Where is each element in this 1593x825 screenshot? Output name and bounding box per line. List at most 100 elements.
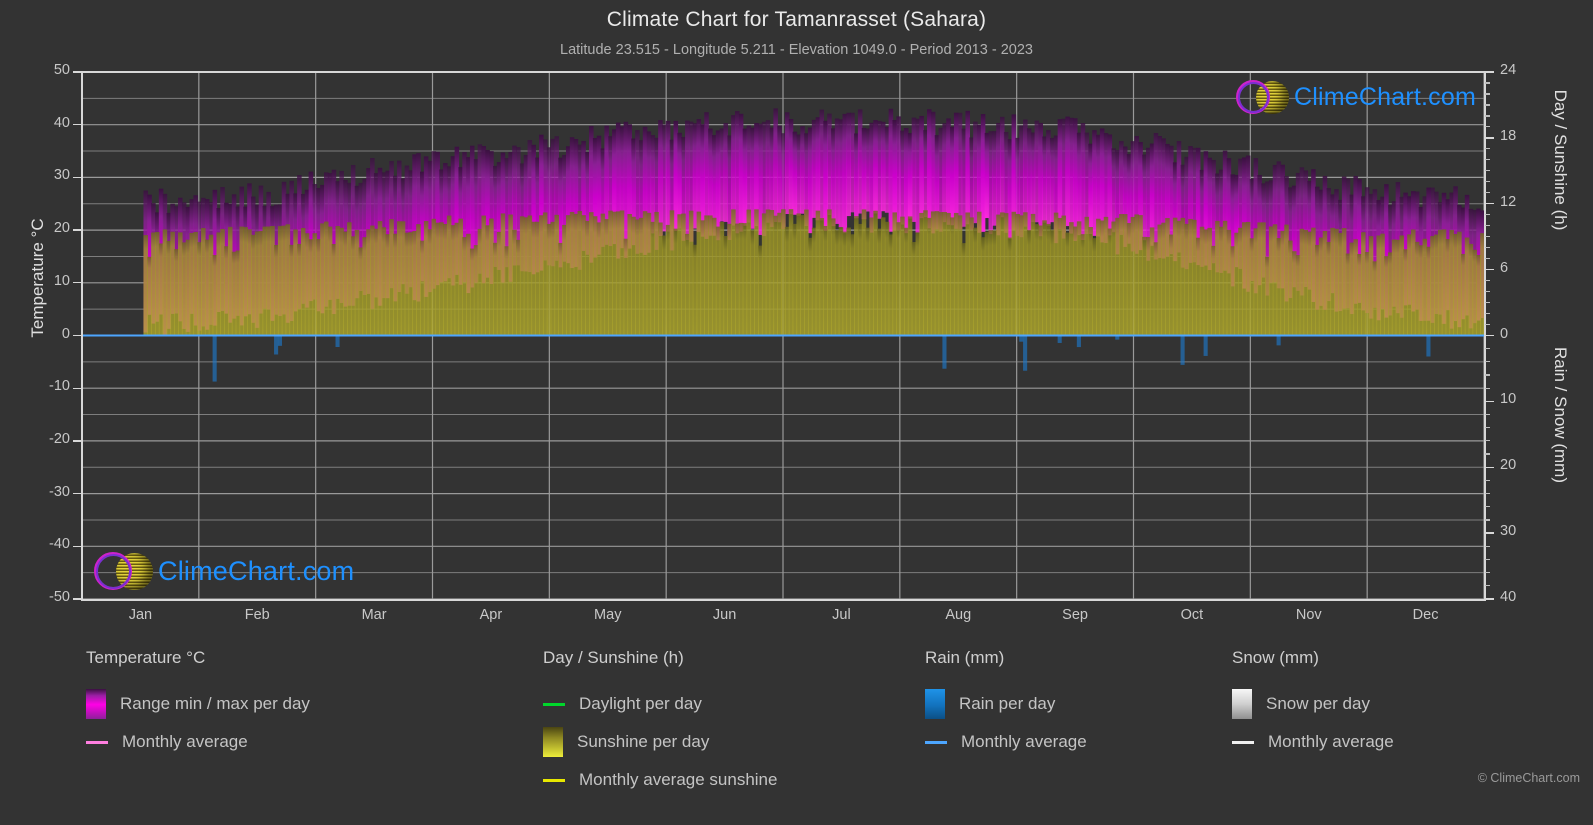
rain-bar bbox=[274, 335, 279, 355]
legend-item[interactable]: Daylight per day bbox=[543, 685, 777, 723]
plot-area bbox=[82, 72, 1484, 599]
legend-item[interactable]: Monthly average sunshine bbox=[543, 761, 777, 799]
legend-item-label: Sunshine per day bbox=[577, 732, 710, 751]
legend-item-label: Daylight per day bbox=[579, 694, 702, 713]
y-axis-right-minor-tick bbox=[1485, 115, 1490, 117]
y-axis-right-minor-tick bbox=[1485, 312, 1490, 315]
y-axis-right-minor-tick bbox=[1485, 82, 1490, 84]
legend-swatch-box bbox=[1232, 689, 1252, 719]
legend-swatch-box bbox=[86, 689, 106, 719]
legend-group-temperature: Temperature °C Range min / max per day Mon… bbox=[86, 648, 310, 761]
x-axis-tick-label: Apr bbox=[479, 607, 503, 623]
rain-bar bbox=[1057, 335, 1062, 343]
y-axis-right-minor-tick bbox=[1485, 479, 1490, 481]
y-axis-right-minor-tick bbox=[1485, 170, 1490, 172]
y-axis-left-tick bbox=[73, 176, 82, 179]
y-axis-right-minor-tick bbox=[1485, 558, 1490, 561]
x-axis-tick-label: Mar bbox=[361, 607, 387, 623]
y-axis-right-minor-tick bbox=[1485, 247, 1490, 249]
legend-heading: Day / Sunshine (h) bbox=[543, 648, 684, 667]
y-axis-right-bottom-tick-label: 10 bbox=[1500, 391, 1517, 408]
legend-item[interactable]: Monthly average bbox=[925, 723, 1087, 761]
y-axis-right-minor-tick bbox=[1485, 258, 1490, 260]
rain-bar bbox=[942, 335, 947, 369]
chart-legend: Temperature °C Range min / max per day Mon… bbox=[0, 648, 1593, 825]
y-axis-left-tick bbox=[73, 229, 82, 231]
y-axis-left-tick-label: -30 bbox=[49, 483, 70, 500]
x-axis-tick-label: Aug bbox=[945, 607, 972, 623]
legend-item[interactable]: Monthly average bbox=[1232, 723, 1394, 761]
y-axis-left-tick bbox=[73, 545, 82, 547]
page-subtitle: Latitude 23.515 - Longitude 5.211 - Elev… bbox=[560, 42, 1033, 58]
rain-bar bbox=[212, 335, 217, 382]
legend-heading: Temperature °C bbox=[86, 648, 206, 667]
y-axis-left-tick bbox=[73, 387, 82, 389]
y-axis-right-tick bbox=[1485, 598, 1494, 600]
legend-item-label: Monthly average bbox=[1268, 732, 1394, 751]
x-axis-tick-label: Jun bbox=[712, 607, 737, 623]
x-axis-tick-label: Sep bbox=[1062, 607, 1088, 623]
y-axis-right-minor-tick bbox=[1485, 181, 1490, 183]
y-axis-right-minor-tick bbox=[1485, 301, 1490, 304]
legend-item[interactable]: Snow per day bbox=[1232, 685, 1394, 723]
y-axis-left-tick bbox=[73, 124, 82, 126]
logo-text: ClimeChart.com bbox=[1294, 82, 1476, 111]
legend-item-label: Monthly average bbox=[122, 732, 248, 751]
legend-heading: Snow (mm) bbox=[1232, 648, 1319, 667]
legend-swatch-box bbox=[543, 727, 563, 757]
y-axis-right-minor-tick bbox=[1485, 348, 1490, 350]
legend-item-label: Snow per day bbox=[1266, 694, 1370, 713]
rain-bar bbox=[277, 335, 282, 346]
y-axis-right-minor-tick bbox=[1485, 159, 1490, 161]
climechart-logo-top[interactable]: ClimeChart.com bbox=[1236, 80, 1476, 114]
rain-bar bbox=[1076, 335, 1081, 348]
y-axis-right-minor-tick bbox=[1485, 126, 1490, 128]
y-axis-right-tick bbox=[1485, 268, 1494, 271]
y-axis-right-minor-tick bbox=[1485, 413, 1490, 416]
y-axis-left-tick-label: -10 bbox=[49, 378, 70, 395]
x-axis-line bbox=[81, 599, 1486, 601]
legend-item[interactable]: Rain per day bbox=[925, 685, 1087, 723]
logo-text: ClimeChart.com bbox=[158, 555, 355, 586]
legend-swatch-line bbox=[1232, 740, 1254, 744]
legend-item[interactable]: Monthly average bbox=[86, 723, 310, 761]
logo-ring-icon bbox=[94, 552, 132, 590]
y-axis-left-tick bbox=[73, 440, 82, 442]
y-axis-left-tick-label: 40 bbox=[53, 114, 70, 131]
y-axis-right-top-tick-label: 18 bbox=[1500, 127, 1517, 144]
y-axis-right-minor-tick bbox=[1485, 214, 1490, 216]
y-axis-left-title: Temperature °C bbox=[28, 218, 47, 338]
legend-item[interactable]: Sunshine per day bbox=[543, 723, 777, 761]
legend-swatch-line bbox=[543, 702, 565, 706]
legend-group-sunshine: Day / Sunshine (h) Daylight per day Sunshi… bbox=[543, 648, 777, 799]
y-axis-left-tick bbox=[73, 598, 82, 600]
legend-group-rain: Rain (mm) Rain per day Monthly average bbox=[925, 648, 1087, 761]
legend-swatch-box bbox=[925, 689, 945, 719]
legend-heading: Rain (mm) bbox=[925, 648, 1005, 667]
y-axis-left-tick-label: -20 bbox=[49, 430, 70, 447]
y-axis-right-minor-tick bbox=[1485, 361, 1490, 363]
climechart-logo-bottom[interactable]: ClimeChart.com bbox=[94, 552, 354, 590]
legend-item-label: Monthly average bbox=[961, 732, 1087, 751]
y-axis-right-minor-tick bbox=[1485, 323, 1490, 326]
chart-canvas bbox=[82, 72, 1484, 599]
y-axis-right-minor-tick bbox=[1485, 427, 1490, 429]
y-axis-right-minor-tick bbox=[1485, 290, 1490, 293]
y-axis-right-minor-tick bbox=[1485, 387, 1490, 389]
legend-group-snow: Snow (mm) Snow per day Monthly average bbox=[1232, 648, 1394, 761]
y-axis-right-minor-tick bbox=[1485, 519, 1490, 521]
legend-swatch-line bbox=[925, 740, 947, 744]
y-axis-right-tick bbox=[1485, 466, 1494, 468]
y-axis-right-minor-tick bbox=[1485, 545, 1490, 547]
y-axis-right-bottom-tick-label: 20 bbox=[1500, 457, 1517, 474]
y-axis-right-minor-tick bbox=[1485, 236, 1490, 238]
y-axis-right-bottom-title: Rain / Snow (mm) bbox=[1551, 346, 1570, 484]
rain-bar bbox=[1203, 335, 1208, 356]
y-axis-left-tick-label: -50 bbox=[49, 589, 70, 605]
y-axis-right-tick bbox=[1485, 203, 1494, 205]
climate-chart-page: Climate Chart for Tamanrasset (Sahara) L… bbox=[0, 0, 1593, 825]
rain-bar bbox=[1426, 335, 1431, 357]
x-axis-tick-label: Jul bbox=[832, 607, 851, 623]
y-axis-right-minor-tick bbox=[1485, 93, 1490, 95]
legend-item[interactable]: Range min / max per day bbox=[86, 685, 310, 723]
